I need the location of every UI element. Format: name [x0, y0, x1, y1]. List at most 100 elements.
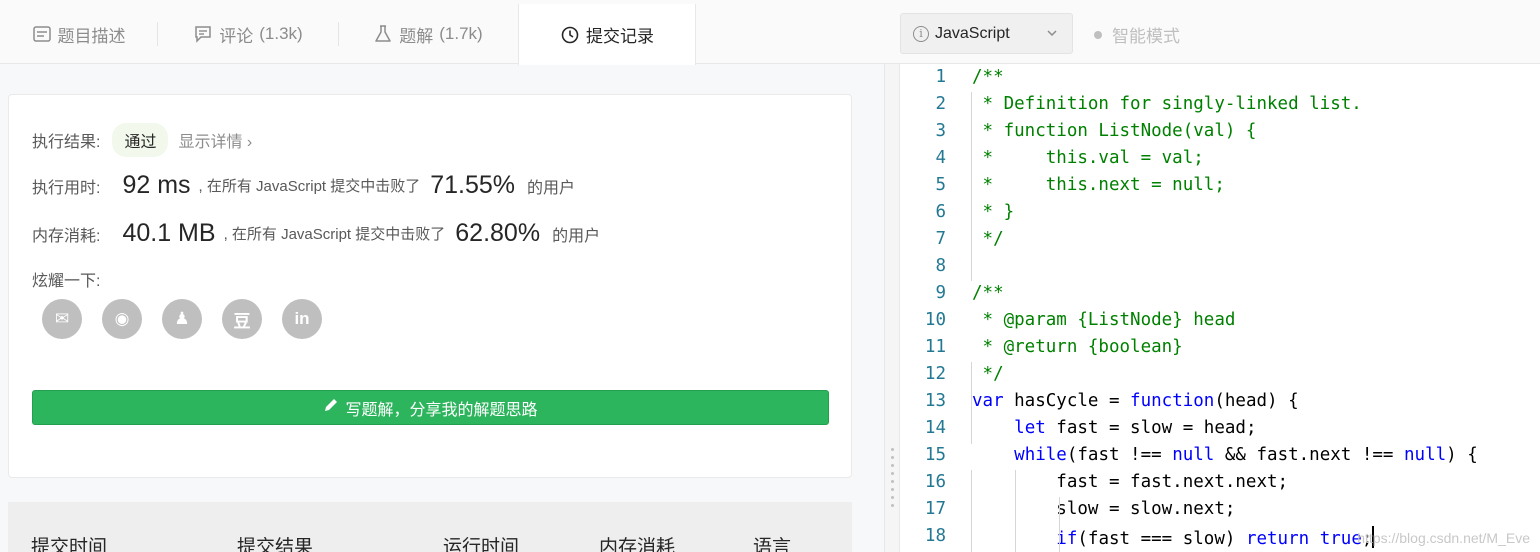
tab-comments-count: (1.3k)	[259, 24, 303, 43]
line-number: 2	[935, 94, 946, 114]
memory-text: , 在所有 JavaScript 提交中击败了	[223, 226, 446, 243]
watermark: https://blog.csdn.net/M_Eve	[1357, 530, 1530, 546]
tab-submissions[interactable]: 提交记录	[518, 4, 696, 65]
comment-text: * @return {boolean}	[972, 337, 1183, 357]
line-number: 5	[935, 175, 946, 195]
smart-mode-toggle[interactable]: 智能模式	[1094, 22, 1180, 47]
description-icon	[32, 24, 52, 44]
runtime-label: 执行用时:	[32, 179, 101, 197]
code-line: while(fast !== null && fast.next !== nul…	[1014, 445, 1478, 465]
tab-solutions-label: 题解	[399, 26, 434, 46]
pencil-icon	[323, 397, 339, 418]
line-number: 16	[924, 472, 946, 492]
code-line: * Definition for singly-linked list.	[972, 94, 1362, 114]
indent-guide	[971, 470, 972, 552]
linkedin-icon[interactable]: in	[282, 299, 322, 339]
line-number: 9	[935, 283, 946, 303]
smart-mode-dot	[1094, 30, 1102, 39]
status-label: 执行结果:	[32, 134, 101, 151]
panel-resize-handle[interactable]	[884, 64, 900, 552]
status-badge: 通过	[112, 123, 169, 157]
memory-label: 内存消耗:	[32, 227, 101, 245]
grip-dot	[891, 456, 894, 459]
indent-guide	[1059, 497, 1060, 552]
comment-text: * @param {ListNode} head	[972, 310, 1236, 330]
grip-dot	[891, 480, 894, 483]
grip-dot	[891, 488, 894, 491]
wechat-icon[interactable]: ✉	[42, 299, 82, 339]
code-line: * @return {boolean}	[972, 337, 1183, 357]
code-line: let fast = slow = head;	[1014, 418, 1257, 438]
weibo-icon[interactable]: ◉	[102, 299, 142, 339]
comment-text: * this.next = null;	[972, 175, 1225, 195]
runtime-text: , 在所有 JavaScript 提交中击败了	[198, 178, 421, 195]
grip-dot	[891, 464, 894, 467]
code-line: * this.val = val;	[972, 148, 1204, 168]
status-row: 执行结果: 通过 显示详情 ›	[32, 123, 252, 157]
line-number: 1	[935, 67, 946, 87]
line-number: 18	[924, 526, 946, 546]
editor-toolbar: i JavaScript 智能模式	[884, 0, 1540, 64]
qq-icon[interactable]: ♟	[162, 299, 202, 339]
column-header-time[interactable]: 提交时间	[31, 532, 107, 552]
memory-row: 内存消耗: 40.1 MB , 在所有 JavaScript 提交中击败了 62…	[32, 219, 600, 248]
line-number: 11	[924, 337, 946, 357]
write-solution-label: 写题解，分享我的解题思路	[345, 401, 538, 419]
line-number: 3	[935, 121, 946, 141]
runtime-users: 的用户	[527, 179, 576, 197]
show-details-link[interactable]: 显示详情 ›	[178, 128, 252, 152]
runtime-value: 92 ms	[122, 171, 191, 199]
tab-comments-label: 评论	[219, 26, 254, 46]
line-number: 13	[924, 391, 946, 411]
grip-dot	[891, 496, 894, 499]
tab-bar: 题目描述 评论 (1.3k) 题解 (1.7k) 提交记录	[0, 0, 884, 65]
code-line: * this.next = null;	[972, 175, 1225, 195]
line-number: 17	[924, 499, 946, 519]
indent-guide	[971, 92, 972, 281]
line-number: 4	[935, 148, 946, 168]
line-number: 6	[935, 202, 946, 222]
column-header-language[interactable]: 语言	[753, 532, 791, 552]
line-number: 15	[924, 445, 946, 465]
result-card: 执行结果: 通过 显示详情 › 执行用时: 92 ms , 在所有 JavaSc…	[8, 94, 852, 478]
code-line: * function ListNode(val) {	[972, 121, 1257, 141]
app-root: 题目描述 评论 (1.3k) 题解 (1.7k) 提交记录 执行结果: 通过 显…	[0, 0, 1540, 552]
line-number: 7	[935, 229, 946, 249]
code-line: * }	[972, 202, 1015, 222]
tab-solutions-count: (1.7k)	[439, 24, 483, 43]
language-select[interactable]: i JavaScript	[900, 13, 1073, 54]
indent-guide	[971, 362, 972, 444]
share-label: 炫耀一下:	[32, 273, 101, 290]
share-row: 炫耀一下:	[32, 267, 100, 291]
memory-percent: 62.80%	[455, 219, 541, 247]
column-header-memory[interactable]: 内存消耗	[599, 532, 675, 552]
comment-text: * this.val = val;	[972, 148, 1204, 168]
code-line: * @param {ListNode} head	[972, 310, 1236, 330]
write-solution-button[interactable]: 写题解，分享我的解题思路	[32, 390, 829, 425]
code-line: if(fast === slow) return true;	[972, 526, 1375, 549]
line-number: 10	[924, 310, 946, 330]
tab-submissions-label: 提交记录	[586, 27, 654, 46]
column-header-runtime[interactable]: 运行时间	[443, 532, 519, 552]
tab-description[interactable]: 题目描述	[0, 4, 157, 64]
comment-text: /**	[972, 283, 1004, 303]
language-value: JavaScript	[935, 24, 1010, 42]
tab-comments[interactable]: 评论 (1.3k)	[158, 4, 338, 64]
editor-panel: i JavaScript 智能模式 1 /** 2 * Definition for…	[884, 0, 1540, 552]
douban-icon[interactable]: 豆	[222, 299, 262, 339]
indent-guide	[1015, 470, 1016, 552]
comment-text: * Definition for singly-linked list.	[972, 94, 1362, 114]
grip-dot	[891, 448, 894, 451]
grip-dot	[891, 504, 894, 507]
code-editor[interactable]: 1 /** 2 * Definition for singly-linked lis…	[900, 64, 1540, 552]
info-icon: i	[913, 25, 929, 42]
comment-text: * function ListNode(val) {	[972, 121, 1257, 141]
code-line: */	[972, 229, 1004, 249]
comment-text: */	[972, 229, 1004, 249]
column-header-result[interactable]: 提交结果	[237, 532, 313, 552]
code-line: */	[972, 364, 1004, 384]
code-line: fast = fast.next.next;	[972, 472, 1289, 492]
memory-value: 40.1 MB	[122, 219, 216, 247]
tab-solutions[interactable]: 题解 (1.7k)	[339, 4, 517, 64]
line-number: 12	[924, 364, 946, 384]
